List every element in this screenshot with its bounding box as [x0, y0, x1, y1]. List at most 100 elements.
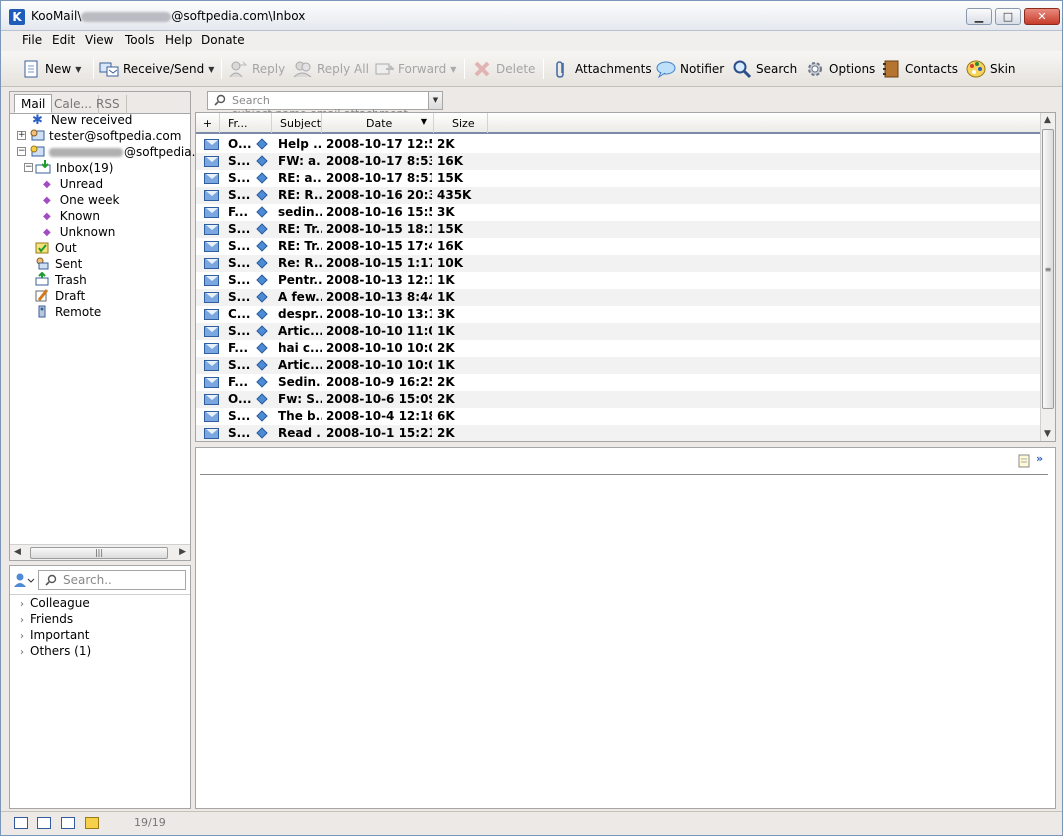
search-button[interactable]: Search: [732, 56, 797, 82]
message-date: 2008-10-16 20:31: [326, 188, 432, 202]
table-row[interactable]: S... FW: a... 2008-10-17 8:53 16K: [196, 153, 1042, 170]
tree-folder-sent[interactable]: Sent: [35, 256, 82, 272]
delete-icon: [472, 59, 492, 79]
column-header-expand[interactable]: +: [196, 113, 220, 133]
contact-group-others[interactable]: › Others (1): [20, 644, 91, 658]
minimize-button[interactable]: ▁: [966, 8, 992, 25]
folder-horizontal-scrollbar[interactable]: ◀ ||| ▶: [10, 544, 190, 560]
message-vertical-scrollbar[interactable]: ▲ ≡ ▼: [1040, 113, 1055, 441]
table-row[interactable]: S... The b... 2008-10-4 12:18 6K: [196, 408, 1042, 425]
table-row[interactable]: S... Re: R... 2008-10-15 1:17 10K: [196, 255, 1042, 272]
table-row[interactable]: F... Sedin... 2008-10-9 16:25 2K: [196, 374, 1042, 391]
collapse-inbox-toggle[interactable]: −: [24, 163, 33, 172]
skin-button[interactable]: Skin: [966, 56, 1016, 82]
tree-account1[interactable]: tester@softpedia.com: [29, 128, 181, 144]
scroll-right-arrow-icon[interactable]: ▶: [179, 547, 186, 557]
column-header-size[interactable]: Size: [434, 113, 488, 133]
new-label: New: [45, 62, 72, 76]
table-row[interactable]: O... Fw: S... 2008-10-6 15:09 2K: [196, 391, 1042, 408]
menu-file[interactable]: File: [22, 33, 42, 47]
message-date: 2008-10-15 17:44: [326, 239, 432, 253]
chevron-down-icon[interactable]: ▼: [208, 65, 214, 74]
chevron-down-icon[interactable]: ▼: [450, 65, 456, 74]
scrollbar-thumb[interactable]: |||: [30, 547, 168, 559]
layout-list-icon[interactable]: [14, 817, 28, 829]
new-button[interactable]: New ▼: [21, 56, 81, 82]
table-row[interactable]: S... Artic... 2008-10-10 10:02 1K: [196, 357, 1042, 374]
tree-folder-remote[interactable]: Remote: [35, 304, 101, 320]
chevron-right-icon: ›: [20, 647, 24, 658]
note-icon[interactable]: [1017, 454, 1031, 471]
contacts-button[interactable]: Contacts: [881, 56, 958, 82]
table-row[interactable]: S... Artic... 2008-10-10 11:09 1K: [196, 323, 1042, 340]
column-header-from[interactable]: Fr...: [220, 113, 272, 133]
column-header-subject[interactable]: Subject: [272, 113, 322, 133]
tab-mail[interactable]: Mail: [14, 94, 53, 113]
table-row[interactable]: S... RE: Tr... 2008-10-15 18:17 15K: [196, 221, 1042, 238]
folder-sent-label: Sent: [55, 257, 83, 271]
inbox-icon: [35, 159, 53, 177]
collapse-account2-toggle[interactable]: −: [17, 147, 26, 156]
contact-group-friends[interactable]: › Friends: [20, 612, 73, 626]
forward-button[interactable]: Forward ▼: [374, 56, 456, 82]
expand-account1-toggle[interactable]: +: [17, 131, 26, 140]
menu-view[interactable]: View: [85, 33, 113, 47]
tree-filter-known[interactable]: ◆ Known: [43, 208, 100, 224]
menu-tools[interactable]: Tools: [125, 33, 155, 47]
table-row[interactable]: S... RE: Tr... 2008-10-15 17:44 16K: [196, 238, 1042, 255]
scroll-up-arrow-icon[interactable]: ▲: [1044, 115, 1051, 125]
tree-account2[interactable]: @softpedia.co: [29, 144, 209, 160]
scroll-left-arrow-icon[interactable]: ◀: [14, 547, 21, 557]
layout-columns-icon[interactable]: [37, 817, 51, 829]
notes-icon[interactable]: [85, 817, 99, 829]
priority-diamond-icon: [256, 325, 268, 337]
delete-label: Delete: [496, 62, 536, 76]
table-row[interactable]: F... sedin... 2008-10-16 15:56 3K: [196, 204, 1042, 221]
menu-help[interactable]: Help: [165, 33, 192, 47]
tree-folder-trash[interactable]: Trash: [35, 271, 87, 288]
message-search-input[interactable]: Search subject,name,email,attachment ▼: [207, 91, 443, 120]
chevron-down-icon[interactable]: ▼: [75, 65, 81, 74]
contact-search-input[interactable]: Search..: [38, 570, 186, 590]
scrollbar-thumb[interactable]: ≡: [1042, 129, 1054, 409]
table-row[interactable]: F... hai c... 2008-10-10 10:08 2K: [196, 340, 1042, 357]
envelope-icon: [204, 326, 219, 337]
tree-folder-out[interactable]: Out: [35, 240, 77, 256]
column-header-date[interactable]: Date ▼: [322, 113, 434, 133]
chevron-down-icon[interactable]: ▼: [428, 92, 442, 109]
contact-group-colleague[interactable]: › Colleague: [20, 596, 90, 610]
attachments-button[interactable]: Attachments: [551, 56, 652, 82]
double-chevron-down-icon[interactable]: »: [1036, 452, 1043, 465]
tree-filter-unknown[interactable]: ◆ Unknown: [43, 224, 115, 240]
receive-send-button[interactable]: Receive/Send ▼: [99, 56, 214, 82]
table-row[interactable]: O... Help ... 2008-10-17 12:58 2K: [196, 136, 1042, 153]
table-row[interactable]: S... Pentr... 2008-10-13 12:12 1K: [196, 272, 1042, 289]
options-button[interactable]: Options: [805, 56, 875, 82]
tree-new-received[interactable]: ✱ New received: [32, 112, 132, 128]
maximize-button[interactable]: □: [995, 8, 1021, 25]
contact-person-icon[interactable]: [14, 572, 36, 591]
tree-folder-draft[interactable]: Draft: [35, 288, 85, 304]
group-label: Friends: [30, 612, 74, 626]
tree-filter-one-week[interactable]: ◆ One week: [43, 192, 119, 208]
close-button[interactable]: ✕: [1024, 8, 1060, 25]
menu-donate[interactable]: Donate: [201, 33, 245, 47]
table-row[interactable]: S... A few... 2008-10-13 8:44 1K: [196, 289, 1042, 306]
notifier-button[interactable]: Notifier: [656, 56, 724, 82]
delete-button[interactable]: Delete: [472, 56, 535, 82]
table-row[interactable]: S... RE: R... 2008-10-16 20:31 435K: [196, 187, 1042, 204]
table-row[interactable]: C... despr... 2008-10-10 13:14 3K: [196, 306, 1042, 323]
outbox-icon: [35, 240, 49, 257]
layout-split-icon[interactable]: [61, 817, 75, 829]
reply-all-button[interactable]: Reply All: [293, 56, 369, 82]
envelope-icon: [204, 156, 219, 167]
table-row[interactable]: S... RE: a... 2008-10-17 8:51 15K: [196, 170, 1042, 187]
menu-edit[interactable]: Edit: [52, 33, 75, 47]
envelope-icon: [204, 377, 219, 388]
contact-group-important[interactable]: › Important: [20, 628, 90, 642]
tree-inbox[interactable]: Inbox(19): [35, 159, 113, 177]
reply-button[interactable]: Reply: [228, 56, 285, 82]
table-row[interactable]: S... Read ... 2008-10-1 15:21 2K: [196, 425, 1042, 441]
tree-filter-unread[interactable]: ◆ Unread: [43, 176, 103, 192]
scroll-down-arrow-icon[interactable]: ▼: [1044, 429, 1051, 439]
